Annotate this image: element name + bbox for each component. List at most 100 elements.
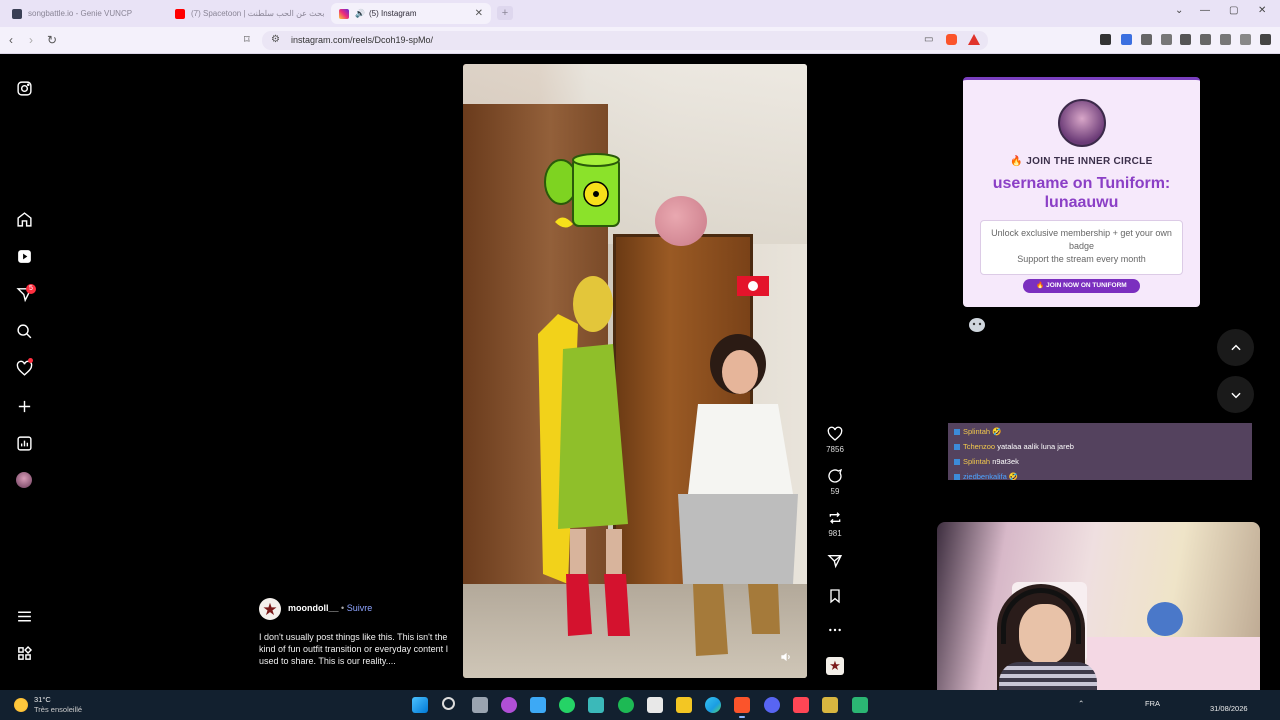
minimize-icon[interactable]: — xyxy=(1200,5,1210,16)
back-icon[interactable]: ‹ xyxy=(9,33,13,47)
cast-icon[interactable]: ▭ xyxy=(924,34,933,45)
nav-search[interactable] xyxy=(14,321,34,341)
nav-profile[interactable] xyxy=(14,470,34,490)
tab-instagram[interactable]: 🔊 (5) Instagram ✕ xyxy=(331,3,491,24)
new-tab-button[interactable]: + xyxy=(497,6,513,20)
reels-icon xyxy=(17,249,31,263)
brave-browser-icon[interactable] xyxy=(734,697,750,718)
site-info-icon[interactable]: ⚙ xyxy=(271,34,280,45)
valorant-icon[interactable] xyxy=(793,697,809,713)
app-cloud-icon[interactable] xyxy=(530,697,546,713)
forward-icon[interactable]: › xyxy=(29,33,33,47)
nav-also-from-meta[interactable] xyxy=(14,643,34,663)
youtube-favicon-icon xyxy=(175,8,185,19)
discord-icon[interactable] xyxy=(764,697,780,713)
tab-spacetoon[interactable]: (7) Spacetoon | ابحث عن الحب سلطنت xyxy=(167,3,325,24)
brave-shield-icon[interactable] xyxy=(946,34,957,45)
membership-description-line: Unlock exclusive membership + get your o… xyxy=(991,228,1172,251)
wallet-icon[interactable] xyxy=(1200,34,1211,45)
tab-songbattle[interactable]: songbattle.io - Genie VUNCP xyxy=(4,3,162,24)
windows-start-icon[interactable] xyxy=(412,697,428,713)
instagram-favicon-icon xyxy=(339,8,349,19)
like-action[interactable]: 7856 xyxy=(818,426,852,454)
task-view-icon[interactable] xyxy=(472,697,488,713)
leo-ai-icon[interactable] xyxy=(1220,34,1231,45)
author-avatar[interactable]: ★ xyxy=(259,598,281,620)
instagram-logo-icon xyxy=(16,80,32,96)
join-inner-circle-text: 🔥 JOIN THE INNER CIRCLE xyxy=(1010,156,1153,167)
chat-message: Splintah n9at3ek xyxy=(954,457,1019,466)
badge-icon xyxy=(954,474,960,480)
notes-icon[interactable] xyxy=(588,697,604,713)
weather-description[interactable]: Très ensoleillé xyxy=(34,705,82,714)
repost-action[interactable]: 981 xyxy=(818,510,852,538)
tab-label: (5) Instagram xyxy=(368,9,417,18)
brave-rewards-icon[interactable] xyxy=(968,34,980,45)
app-green-icon[interactable] xyxy=(852,697,868,713)
tray-chevron-icon[interactable]: ⌃ xyxy=(1078,699,1084,708)
tab-label: songbattle.io - Genie VUNCP xyxy=(28,9,133,18)
plus-icon xyxy=(18,400,30,412)
nav-create[interactable] xyxy=(14,396,34,416)
chevron-down-icon xyxy=(1230,392,1241,398)
apps-grid-icon xyxy=(17,645,32,660)
nav-dashboard[interactable] xyxy=(14,433,34,453)
vpn-icon[interactable] xyxy=(1240,34,1251,45)
pet-sticker-icon xyxy=(969,318,985,332)
more-options-action[interactable] xyxy=(818,622,852,638)
stream-chat-overlay: Splintah 🤣 Tchenzoo yatalaa aalik luna j… xyxy=(948,423,1252,480)
messages-badge: 5 xyxy=(26,284,36,294)
songbattle-favicon-icon xyxy=(12,8,22,19)
app-yellow-icon[interactable] xyxy=(822,697,838,713)
music-icon[interactable] xyxy=(1161,34,1172,45)
nav-more[interactable] xyxy=(14,606,34,626)
app-purple-icon[interactable] xyxy=(501,697,517,713)
cursor-extension-icon[interactable] xyxy=(1100,34,1111,45)
mute-toggle-icon[interactable] xyxy=(779,650,793,664)
share-action[interactable] xyxy=(818,553,852,569)
reload-icon[interactable]: ↻ xyxy=(47,33,57,47)
extensions-puzzle-icon[interactable] xyxy=(1141,34,1152,45)
spotify-icon[interactable] xyxy=(618,697,634,713)
chat-message: ziedbenkalifa 🤣 xyxy=(954,472,1018,480)
reel-video[interactable] xyxy=(463,64,807,678)
reel-caption[interactable]: I don't usually post things like this. T… xyxy=(259,631,449,667)
sidebar-icon[interactable] xyxy=(1180,34,1191,45)
streamer-webcam xyxy=(937,522,1260,706)
nav-messages[interactable]: 5 xyxy=(14,284,36,304)
keyboard-language[interactable]: FRA xyxy=(1145,699,1160,708)
store-icon[interactable] xyxy=(647,697,663,713)
follow-button[interactable]: Suivre xyxy=(347,603,373,613)
taskbar-search-icon[interactable] xyxy=(442,697,455,710)
url-text[interactable]: instagram.com/reels/Dcoh19-spMo/ xyxy=(291,35,433,45)
chat-message: Tchenzoo yatalaa aalik luna jareb xyxy=(954,442,1074,451)
chat-text: yatalaa aalik luna jareb xyxy=(997,442,1074,451)
bookmark-icon[interactable]: ⌑ xyxy=(244,33,250,46)
save-action[interactable] xyxy=(818,588,852,604)
file-explorer-icon[interactable] xyxy=(676,697,692,713)
instagram-logo[interactable] xyxy=(14,78,34,98)
tab-search-icon[interactable]: ⌄ xyxy=(1175,5,1183,16)
nav-notifications[interactable] xyxy=(14,358,34,378)
close-window-icon[interactable]: ✕ xyxy=(1258,5,1266,16)
edge-icon[interactable] xyxy=(705,697,721,713)
weather-temperature[interactable]: 31°C xyxy=(34,695,51,704)
like-count: 7856 xyxy=(826,445,844,454)
author-username[interactable]: moondoll__ xyxy=(288,603,339,613)
comment-action[interactable]: 59 xyxy=(818,468,852,496)
sun-icon[interactable] xyxy=(14,698,28,712)
menu-icon[interactable] xyxy=(1260,34,1271,45)
streamer-avatar xyxy=(1058,99,1106,147)
previous-reel-button[interactable] xyxy=(1217,329,1254,366)
maximize-icon[interactable]: ▢ xyxy=(1229,5,1238,16)
audio-thumbnail[interactable]: ★ xyxy=(818,657,852,675)
close-tab-icon[interactable]: ✕ xyxy=(475,8,483,19)
extension-blue-icon[interactable] xyxy=(1121,34,1132,45)
address-bar[interactable]: ⚙ instagram.com/reels/Dcoh19-spMo/ ▭ xyxy=(262,31,988,50)
nav-reels[interactable] xyxy=(14,246,34,266)
clock-date[interactable]: 31/08/2026 xyxy=(1210,704,1248,713)
whatsapp-icon[interactable] xyxy=(559,697,575,713)
next-reel-button[interactable] xyxy=(1217,376,1254,413)
dashboard-icon xyxy=(16,435,32,451)
nav-home[interactable] xyxy=(14,209,34,229)
